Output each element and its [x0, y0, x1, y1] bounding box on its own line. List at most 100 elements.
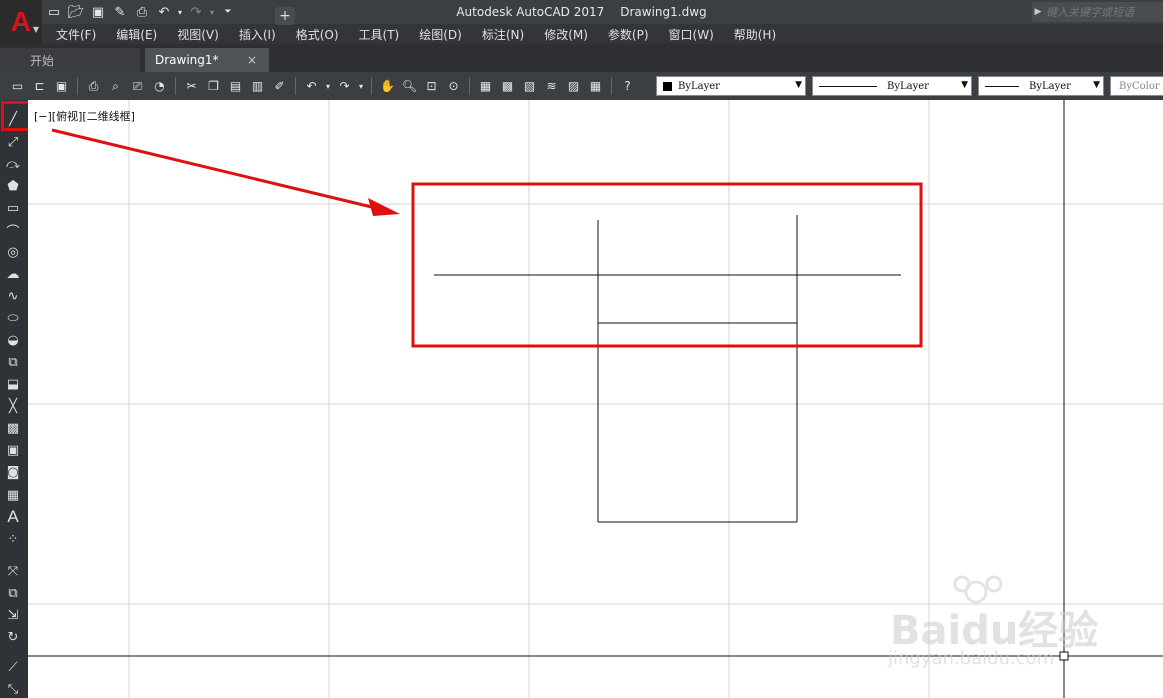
make-block-icon[interactable]: ⬓	[4, 375, 22, 393]
ellipse-icon[interactable]: ⬭	[4, 309, 22, 327]
calculator-icon[interactable]: ▦	[586, 77, 605, 96]
design-center-icon[interactable]: ▩	[498, 77, 517, 96]
save-icon[interactable]: ▣	[88, 2, 108, 22]
scale-icon[interactable]: ⤡	[4, 680, 22, 698]
color-swatch	[663, 81, 672, 91]
redo-icon[interactable]: ↷	[186, 2, 206, 22]
autocad-logo-icon: A	[10, 6, 32, 37]
plot-icon[interactable]: ⎙	[132, 2, 152, 22]
open-icon[interactable]: ⊏	[30, 77, 49, 96]
zoom-realtime-icon[interactable]: 🔍︎	[400, 77, 419, 96]
plot-preview-icon[interactable]: ⌕	[106, 77, 125, 96]
table-icon[interactable]: ▦	[4, 486, 22, 504]
menu-insert[interactable]: 插入(I)	[229, 26, 286, 43]
save-as-icon[interactable]: ✎	[110, 2, 130, 22]
toolbar-separator	[611, 77, 612, 95]
multiline-text-icon[interactable]: A	[4, 507, 22, 526]
tab-start[interactable]: 开始	[0, 48, 140, 72]
toolbar-separator	[77, 77, 78, 95]
spline-icon[interactable]: ∿	[4, 287, 22, 305]
annotation-box	[411, 182, 923, 348]
watermark-url: jingyan.baidu.com	[888, 648, 1055, 669]
undo-dropdown-icon[interactable]: ▾	[176, 2, 184, 22]
caret-right-icon[interactable]: ▶	[1032, 7, 1044, 17]
close-icon[interactable]: ×	[247, 53, 257, 67]
3d-dwf-icon[interactable]: ◔	[150, 77, 169, 96]
search-input[interactable]	[1044, 4, 1158, 20]
lineweight-value: ByLayer	[1029, 80, 1071, 92]
paste-icon[interactable]: ▤	[226, 77, 245, 96]
paste-block-icon[interactable]: ▥	[248, 77, 267, 96]
insert-block-icon[interactable]: ⧉	[4, 353, 22, 371]
drawing-canvas[interactable]: Baidu经验 jingyan.baidu.com	[28, 100, 1163, 698]
open-file-icon[interactable]: 📂︎	[66, 2, 86, 22]
zoom-window-icon[interactable]: ⊡	[422, 77, 441, 96]
redo-dropdown-icon[interactable]: ▾	[357, 77, 365, 96]
linetype-dropdown[interactable]: ByLayer ▼	[812, 76, 972, 96]
sheet-set-icon[interactable]: ≋	[542, 77, 561, 96]
plot-icon[interactable]: ⎙	[84, 77, 103, 96]
viewport-controls-label[interactable]: [−][俯视][二维线框]	[34, 108, 135, 124]
circle-icon[interactable]: ◎	[4, 243, 22, 261]
color-dropdown[interactable]: ByLayer ▼	[656, 76, 806, 96]
rotate-icon[interactable]: ↻	[4, 628, 22, 646]
copy-icon[interactable]: ❐	[204, 77, 223, 96]
menu-window[interactable]: 窗口(W)	[659, 26, 724, 43]
undo-dropdown-icon[interactable]: ▾	[324, 77, 332, 96]
save-icon[interactable]: ▣	[52, 77, 71, 96]
lineweight-dropdown[interactable]: ByLayer ▼	[978, 76, 1104, 96]
menu-format[interactable]: 格式(O)	[286, 26, 349, 43]
menu-draw[interactable]: 绘图(D)	[409, 26, 472, 43]
new-tab-button[interactable]: +	[275, 7, 295, 25]
undo-icon[interactable]: ↶	[302, 77, 321, 96]
revision-cloud-icon[interactable]: ☁	[4, 265, 22, 283]
tab-drawing1[interactable]: Drawing1* ×	[145, 48, 269, 72]
copy-icon[interactable]: ⧉	[4, 584, 22, 602]
point-icon[interactable]: ╳	[4, 397, 22, 415]
undo-icon[interactable]: ↶	[154, 2, 174, 22]
arc-icon[interactable]: ⤼	[4, 155, 22, 173]
region-icon[interactable]: ◙	[4, 463, 22, 481]
cut-icon[interactable]: ✂	[182, 77, 201, 96]
move-icon[interactable]: ⤧	[4, 562, 22, 580]
zoom-previous-icon[interactable]: ⊙	[444, 77, 463, 96]
menu-bar: 文件(F) 编辑(E) 视图(V) 插入(I) 格式(O) 工具(T) 绘图(D…	[42, 24, 1163, 44]
menu-modify[interactable]: 修改(M)	[534, 26, 598, 43]
publish-icon[interactable]: ⎚	[128, 77, 147, 96]
tool-palettes-icon[interactable]: ▧	[520, 77, 539, 96]
new-file-icon[interactable]: ▭	[44, 2, 64, 22]
menu-help[interactable]: 帮助(H)	[724, 26, 786, 43]
redo-dropdown-icon[interactable]: ▾	[208, 2, 216, 22]
menu-view[interactable]: 视图(V)	[167, 26, 229, 43]
application-menu-button[interactable]: A ▼	[0, 0, 42, 44]
lineweight-preview	[985, 85, 1019, 87]
polygon-icon[interactable]: ⬟	[4, 177, 22, 195]
caret-down-icon: ▼	[32, 25, 39, 34]
mirror-icon[interactable]: ⟋	[4, 658, 22, 676]
stretch-icon[interactable]: ⇲	[4, 606, 22, 624]
help-icon[interactable]: ?	[618, 77, 637, 96]
properties-icon[interactable]: ▦	[476, 77, 495, 96]
customize-qat-icon[interactable]: ⏷	[218, 2, 238, 22]
pan-icon[interactable]: ✋	[378, 77, 397, 96]
toolbar-separator	[175, 77, 176, 95]
menu-parametric[interactable]: 参数(P)	[598, 26, 659, 43]
toolbar-icons: ▭ ⊏ ▣ ⎙ ⌕ ⎚ ◔ ✂ ❐ ▤ ▥ ✐ ↶ ▾ ↷ ▾ ✋ 🔍︎ ⊡ ⊙…	[8, 76, 637, 96]
add-selected-icon[interactable]: ⁘	[4, 530, 22, 548]
gradient-icon[interactable]: ▣	[4, 441, 22, 459]
ellipse-arc-icon[interactable]: ◒	[4, 331, 22, 349]
arc-tool-icon[interactable]: ⌒	[4, 221, 22, 240]
match-properties-icon[interactable]: ✐	[270, 77, 289, 96]
markup-icon[interactable]: ▨	[564, 77, 583, 96]
menu-file[interactable]: 文件(F)	[42, 26, 106, 43]
redo-icon[interactable]: ↷	[335, 77, 354, 96]
menu-dimension[interactable]: 标注(N)	[472, 26, 534, 43]
rectangle-icon[interactable]: ▭	[4, 199, 22, 217]
menu-tools[interactable]: 工具(T)	[349, 26, 410, 43]
polyline-icon[interactable]: ⤢	[4, 133, 22, 151]
toolbar-separator	[371, 77, 372, 95]
menu-edit[interactable]: 编辑(E)	[106, 26, 167, 43]
plotstyle-dropdown[interactable]: ByColor	[1110, 76, 1163, 96]
hatch-icon[interactable]: ▩	[4, 419, 22, 437]
qnew-icon[interactable]: ▭	[8, 77, 27, 96]
